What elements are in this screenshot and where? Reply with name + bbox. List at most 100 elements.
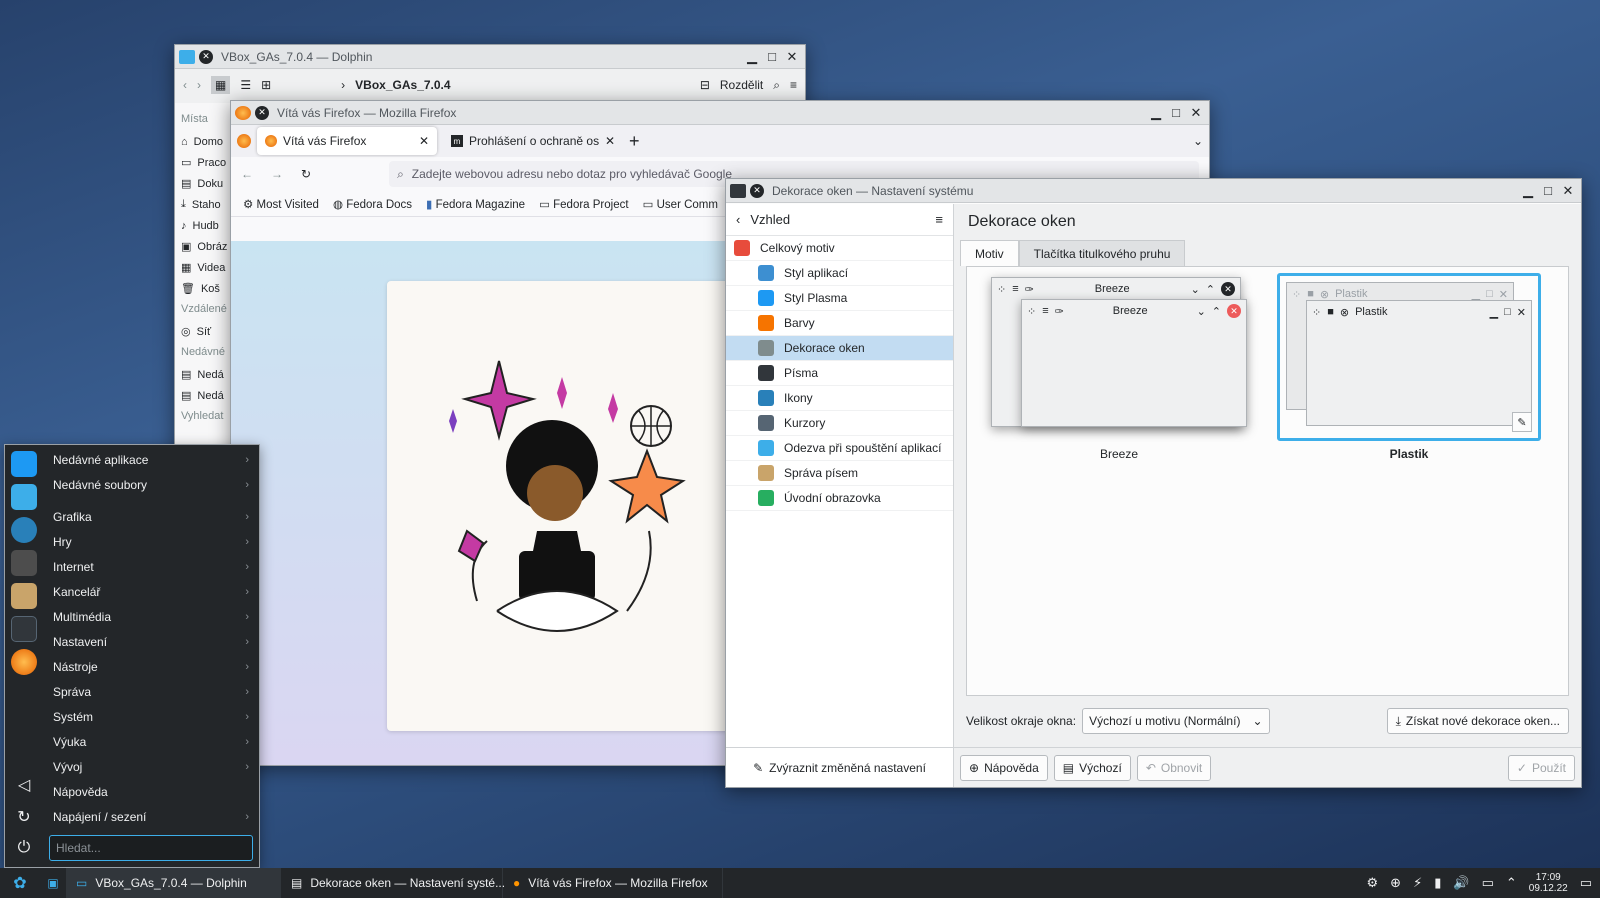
tab-titlebar-buttons[interactable]: Tlačítka titulkového pruhu	[1018, 240, 1186, 266]
defaults-button[interactable]: ▤ Výchozí	[1053, 754, 1131, 781]
bookmark-item[interactable]: ▭ Fedora Project	[539, 197, 629, 211]
search-input[interactable]: Hledat...	[49, 835, 253, 861]
maximize-button[interactable]: □	[763, 48, 781, 66]
menu-item[interactable]: Multimédia ›	[43, 604, 259, 629]
back-label[interactable]: Vzhled	[750, 212, 925, 227]
place-item[interactable]: ♪ Hudb	[181, 215, 235, 236]
menu-item[interactable]: Nedávné soubory ›	[43, 472, 259, 497]
back-arrow-icon[interactable]: ‹	[736, 212, 740, 227]
discover-icon[interactable]	[11, 451, 37, 477]
updates-icon[interactable]: ⊕	[1390, 875, 1401, 891]
theme-thumbnail-breeze[interactable]: ⁘ ≡ ✑ Breeze ⌄ ⌃ ✕ ⁘ ≡ ✑ Breeze ⌄ ⌃ ✕	[987, 273, 1251, 441]
place-item[interactable]: ▣ Obráz	[181, 236, 235, 257]
category-item[interactable]: Celkový motiv	[726, 236, 953, 261]
category-item[interactable]: Dekorace oken	[726, 336, 953, 361]
menu-item[interactable]: Nastavení ›	[43, 629, 259, 654]
category-item[interactable]: Úvodní obrazovka	[726, 486, 953, 511]
clock[interactable]: 17:09 09.12.22	[1529, 872, 1568, 894]
back-arrow-icon[interactable]: ←	[241, 167, 253, 181]
reset-button[interactable]: ↶ Obnovit	[1136, 754, 1212, 781]
help-button[interactable]: ⊕ Nápověda	[960, 754, 1048, 781]
category-item[interactable]: Odezva při spouštění aplikací	[726, 436, 953, 461]
close-button[interactable]: ✕	[1559, 182, 1577, 200]
firefox-titlebar[interactable]: ✕ Vítá vás Firefox — Mozilla Firefox ▁ □…	[231, 101, 1209, 125]
close-tab-icon[interactable]: ✕	[419, 134, 429, 148]
settings-titlebar[interactable]: ✕ Dekorace oken — Nastavení systému ▁ □ …	[726, 179, 1581, 203]
browser-icon[interactable]	[11, 517, 37, 543]
menu-item[interactable]: Nedávné aplikace ›	[43, 447, 259, 472]
settings-window[interactable]: ✕ Dekorace oken — Nastavení systému ▁ □ …	[725, 178, 1582, 788]
display-icon[interactable]: ▭	[1482, 875, 1494, 891]
menu-item[interactable]: Vývoj ›	[43, 754, 259, 779]
tab-theme[interactable]: Motiv	[960, 240, 1019, 266]
compact-view-icon[interactable]: ⊞	[261, 78, 271, 92]
hamburger-menu-icon[interactable]: ≡	[935, 212, 943, 227]
hamburger-menu-icon[interactable]: ≡	[790, 78, 797, 92]
close-button[interactable]: ✕	[1187, 104, 1205, 122]
back-arrow-icon[interactable]: ‹	[183, 78, 187, 92]
place-item[interactable]: ▤ Nedá	[181, 364, 235, 385]
forward-arrow-icon[interactable]: →	[271, 167, 283, 181]
new-tab-icon[interactable]: +	[629, 131, 640, 152]
pin-icon[interactable]: ✕	[199, 49, 213, 64]
menu-item[interactable]: Nástroje ›	[43, 654, 259, 679]
menu-item[interactable]: Napájení / sezení ›	[43, 804, 259, 829]
show-desktop-icon[interactable]: ▭	[1580, 875, 1592, 891]
split-button[interactable]: Rozdělit	[720, 78, 763, 92]
restart-icon[interactable]: ↻	[17, 807, 30, 827]
category-item[interactable]: Správa písem	[726, 461, 953, 486]
tab-privacy[interactable]: m Prohlášení o ochraně osob ✕	[443, 127, 623, 155]
border-size-select[interactable]: Výchozí u motivu (Normální) ⌄	[1082, 708, 1270, 734]
battery-icon[interactable]: ▮	[1434, 875, 1441, 891]
minimize-button[interactable]: ▁	[1519, 182, 1537, 200]
kde-connect-icon[interactable]: ⚙	[1367, 875, 1379, 891]
archive-icon[interactable]	[11, 583, 37, 609]
menu-item[interactable]: Grafika ›	[43, 504, 259, 529]
pager-icon[interactable]: ▣	[40, 876, 66, 890]
bookmark-item[interactable]: ◍ Fedora Docs	[333, 197, 412, 211]
pin-icon[interactable]: ✕	[255, 105, 269, 120]
firefox-icon[interactable]	[11, 649, 37, 675]
highlight-changed-button[interactable]: ✎ Zvýraznit změněná nastavení	[726, 747, 953, 787]
bookmark-item[interactable]: ▭ User Comm	[643, 197, 718, 211]
place-item[interactable]: ⤓ Staho	[181, 194, 235, 215]
network-icon[interactable]: ⚡	[1413, 875, 1422, 891]
category-item[interactable]: Styl aplikací	[726, 261, 953, 286]
close-tab-icon[interactable]: ✕	[605, 134, 615, 148]
firefox-view-icon[interactable]	[237, 134, 251, 148]
get-new-decorations-button[interactable]: ⤓ Získat nové dekorace oken...	[1386, 708, 1569, 734]
chevron-up-icon[interactable]: ⌃	[1506, 875, 1517, 891]
menu-item[interactable]: Kancelář ›	[43, 579, 259, 604]
pin-icon[interactable]: ✕	[750, 183, 764, 198]
power-icon[interactable]: ⏻	[18, 839, 31, 857]
category-item[interactable]: Barvy	[726, 311, 953, 336]
search-icon[interactable]: ⌕	[773, 78, 780, 93]
close-button[interactable]: ✕	[783, 48, 801, 66]
category-item[interactable]: Kurzory	[726, 411, 953, 436]
place-item[interactable]: 🗑 Koš	[181, 278, 235, 299]
apply-button[interactable]: ✓ Použít	[1507, 754, 1575, 781]
task-firefox[interactable]: ● Vítá vás Firefox — Mozilla Firefox	[503, 868, 723, 898]
place-item[interactable]: ▦ Videa	[181, 257, 235, 278]
category-item[interactable]: Ikony	[726, 386, 953, 411]
terminal-icon[interactable]	[11, 550, 37, 576]
menu-item[interactable]: Internet ›	[43, 554, 259, 579]
minimize-button[interactable]: ▁	[743, 48, 761, 66]
task-dolphin[interactable]: ▭ VBox_GAs_7.0.4 — Dolphin	[66, 868, 281, 898]
category-item[interactable]: Písma	[726, 361, 953, 386]
menu-item[interactable]: Hry ›	[43, 529, 259, 554]
tab-welcome[interactable]: Vítá vás Firefox ✕	[257, 127, 437, 155]
edit-pencil-icon[interactable]: ✎	[1512, 412, 1532, 432]
place-item[interactable]: ◎ Síť	[181, 321, 235, 342]
volume-icon[interactable]: 🔊	[1453, 875, 1469, 891]
forward-arrow-icon[interactable]: ›	[197, 78, 201, 92]
list-tabs-icon[interactable]: ⌄	[1193, 134, 1203, 148]
settings-icon[interactable]	[11, 616, 37, 642]
reload-icon[interactable]: ↻	[301, 167, 311, 181]
bookmark-item[interactable]: ▮ Fedora Magazine	[426, 197, 525, 211]
place-item[interactable]: ▭ Praco	[181, 152, 235, 173]
breadcrumb[interactable]: VBox_GAs_7.0.4	[355, 78, 450, 92]
bookmark-item[interactable]: ⚙ Most Visited	[243, 197, 319, 211]
logout-icon[interactable]: ◁	[18, 775, 30, 795]
details-view-icon[interactable]: ☰	[240, 78, 251, 92]
